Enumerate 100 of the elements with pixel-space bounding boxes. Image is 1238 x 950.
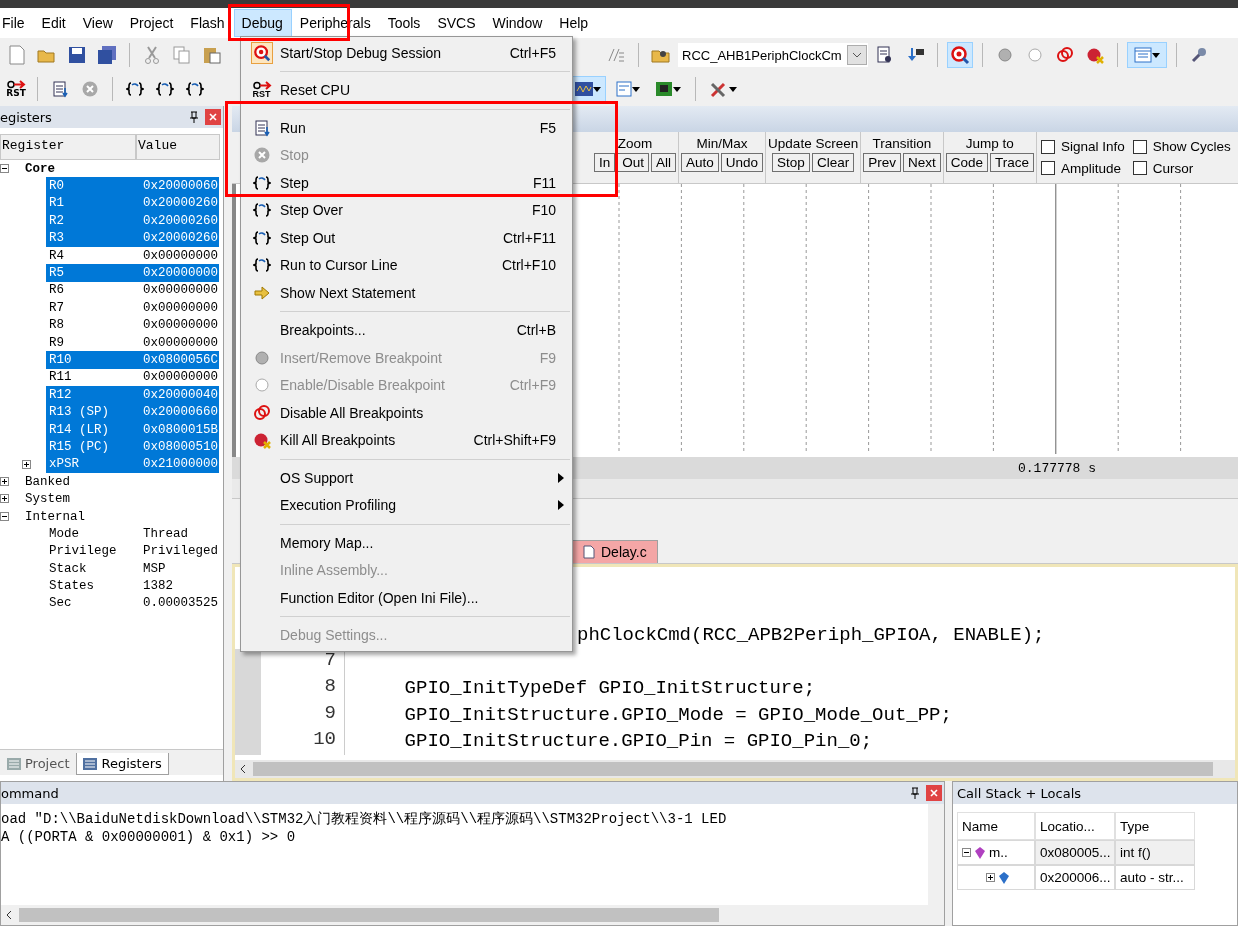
scrollbar-thumb[interactable] <box>19 908 719 922</box>
menu-item[interactable]: Project <box>121 9 183 37</box>
register-row[interactable]: Sec 0.00003525 <box>46 594 219 613</box>
window-layout-button[interactable] <box>1127 42 1167 68</box>
menu-item[interactable]: SVCS <box>429 9 485 37</box>
column-header[interactable]: Name <box>957 812 1035 840</box>
checkbox[interactable]: Show Cycles <box>1132 138 1231 156</box>
checkbox[interactable]: Amplitude <box>1041 159 1125 177</box>
register-name: Banked <box>24 474 71 489</box>
register-row[interactable]: Core <box>22 160 219 178</box>
menu-item[interactable]: Step Out Ctrl+F11 <box>243 227 570 248</box>
register-row[interactable]: R13 (SP) 0x20000660 <box>46 403 219 421</box>
menu-item[interactable]: RST Reset CPU <box>243 80 570 101</box>
menu-item[interactable]: File <box>0 9 34 37</box>
menu-item[interactable]: Help <box>551 9 598 37</box>
scroll-left-icon[interactable] <box>239 764 247 774</box>
menu-item[interactable]: Start/Stop Debug Session Ctrl+F5 <box>243 42 570 63</box>
expand-icon[interactable] <box>0 494 9 504</box>
register-row[interactable]: R8 0x00000000 <box>46 316 219 334</box>
scroll-left-icon[interactable] <box>5 910 13 920</box>
function-combo[interactable]: RCC_AHB1PeriphClockCm <box>678 43 868 67</box>
toolbar-button[interactable]: Next <box>902 153 941 172</box>
register-row[interactable]: Privilege Privileged <box>46 542 219 560</box>
register-row[interactable]: R9 0x00000000 <box>46 333 219 352</box>
register-row[interactable]: R2 0x20000260 <box>46 212 219 230</box>
file-tab[interactable]: Delay.c <box>572 540 658 563</box>
register-row[interactable]: R15 (PC) 0x08000510 <box>46 438 219 456</box>
register-row[interactable]: Internal <box>22 507 219 526</box>
register-row[interactable]: Banked <box>22 473 219 491</box>
menu-item[interactable]: Kill All Breakpoints Ctrl+Shift+F9 <box>243 430 570 451</box>
menu-item[interactable]: Disable All Breakpoints <box>243 402 570 423</box>
close-button[interactable] <box>205 109 221 125</box>
scrollbar-thumb[interactable] <box>253 762 1213 776</box>
menu-item[interactable]: Flash <box>182 9 234 37</box>
close-icon[interactable] <box>930 789 938 797</box>
register-row[interactable]: R0 0x20000060 <box>46 177 219 195</box>
menu-item[interactable]: Memory Map... <box>243 532 570 553</box>
menu-item[interactable]: Debug <box>233 9 292 37</box>
toolbar-button[interactable]: Undo <box>720 153 764 172</box>
dropdown-caret-icon[interactable] <box>1152 52 1160 58</box>
collapse-icon[interactable] <box>0 511 9 521</box>
waveform-icon[interactable] <box>575 82 593 96</box>
register-row[interactable]: R5 0x20000000 <box>46 264 219 282</box>
toolbar-button[interactable]: In <box>594 153 616 172</box>
register-row[interactable]: R12 0x20000040 <box>46 386 219 404</box>
menu-item[interactable]: View <box>74 9 122 37</box>
close-icon[interactable] <box>209 113 217 121</box>
column-header[interactable]: Register <box>0 134 136 160</box>
menu-item[interactable]: Function Editor (Open Ini File)... <box>243 587 570 608</box>
toolbar-button[interactable]: Trace <box>990 153 1034 172</box>
menu-item[interactable]: OS Support <box>243 467 570 488</box>
collapse-icon[interactable] <box>962 848 971 857</box>
toolbar-button[interactable]: Out <box>617 153 650 172</box>
toolbar-button[interactable]: All <box>651 153 677 172</box>
pin-icon[interactable] <box>189 111 199 123</box>
register-row[interactable]: Mode Thread <box>46 525 219 543</box>
register-row[interactable]: States 1382 <box>46 577 219 595</box>
menu-item[interactable]: Execution Profiling <box>243 495 570 516</box>
close-button[interactable] <box>926 785 942 801</box>
pin-icon[interactable] <box>910 787 920 799</box>
menu-item[interactable]: Run to Cursor Line Ctrl+F10 <box>243 255 570 276</box>
function-icon <box>975 846 985 859</box>
panel-tab[interactable]: Registers <box>76 753 169 775</box>
toolbar-button[interactable]: Auto <box>681 153 719 172</box>
expand-icon[interactable] <box>22 459 31 469</box>
toolbar-button[interactable]: Code <box>945 153 988 172</box>
expand-icon[interactable] <box>0 477 9 487</box>
toolbar-button[interactable]: Clear <box>811 153 855 172</box>
toolbar-button[interactable]: Prev <box>863 153 901 172</box>
circuit-board-icon[interactable] <box>655 81 673 97</box>
dropdown-caret-icon[interactable] <box>673 86 681 92</box>
menu-item[interactable]: Edit <box>33 9 75 37</box>
register-row[interactable]: R4 0x00000000 <box>46 246 219 265</box>
checkbox[interactable]: Signal Info <box>1041 138 1125 156</box>
expand-icon[interactable] <box>986 873 995 882</box>
register-row[interactable]: R11 0x00000000 <box>46 368 219 387</box>
column-header[interactable]: Value <box>136 134 220 160</box>
command-input-field[interactable] <box>0 926 1238 950</box>
menu-item[interactable]: Run F5 <box>243 117 570 138</box>
dropdown-caret-icon[interactable] <box>729 86 737 92</box>
run-to-cursor-icon <box>252 256 271 275</box>
menu-item[interactable]: Tools <box>379 9 430 37</box>
register-row[interactable]: Stack MSP <box>46 560 219 578</box>
dropdown-caret-icon[interactable] <box>593 86 601 92</box>
register-row[interactable]: R10 0x0800056C <box>46 351 219 369</box>
menu-item[interactable]: Breakpoints... Ctrl+B <box>243 320 570 341</box>
checkbox[interactable]: Cursor <box>1132 159 1231 177</box>
menu-item[interactable]: Window <box>484 9 552 37</box>
register-row[interactable]: R7 0x00000000 <box>46 299 219 317</box>
register-row[interactable]: System <box>22 490 219 508</box>
toolbar-button[interactable]: Stop <box>772 153 810 172</box>
column-header[interactable]: Type <box>1115 812 1195 840</box>
menu-item[interactable]: Step F11 <box>243 172 570 193</box>
collapse-icon[interactable] <box>0 164 9 173</box>
menu-item[interactable]: Step Over F10 <box>243 200 570 221</box>
dropdown-caret-icon[interactable] <box>632 86 640 92</box>
column-header[interactable]: Locatio... <box>1035 812 1115 840</box>
register-row[interactable]: R6 0x00000000 <box>46 281 219 300</box>
menu-item[interactable]: Show Next Statement <box>243 282 570 303</box>
step-out-icon <box>186 80 204 98</box>
